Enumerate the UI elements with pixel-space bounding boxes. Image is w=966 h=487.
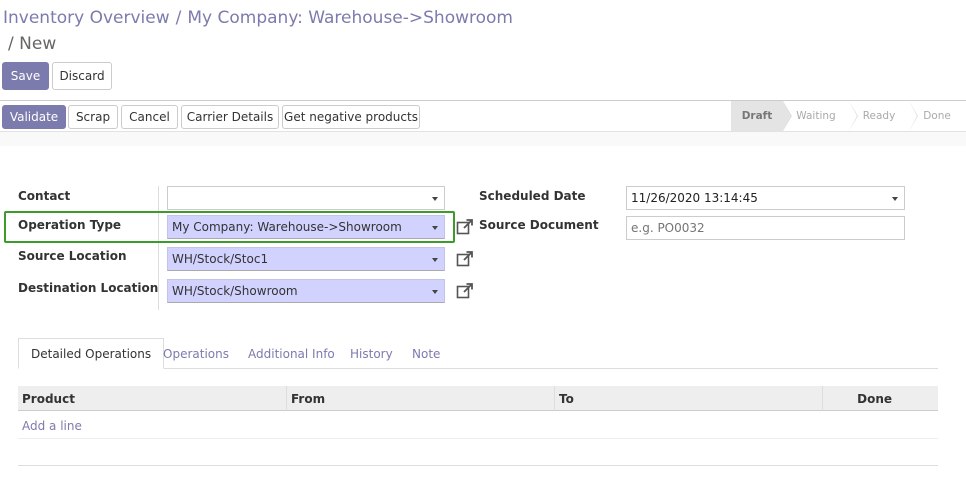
- breadcrumb-inventory-overview[interactable]: Inventory Overview: [3, 8, 170, 28]
- destination-location-select[interactable]: WH/Stock/Showroom: [167, 279, 445, 303]
- add-line-link[interactable]: Add a line: [22, 419, 82, 433]
- external-link-icon[interactable]: [456, 218, 474, 236]
- chevron-down-icon: [432, 197, 438, 201]
- chevron-down-icon: [432, 258, 438, 262]
- breadcrumb-current: / New: [8, 34, 56, 54]
- source-document-input[interactable]: [626, 216, 905, 240]
- cancel-button[interactable]: Cancel: [121, 105, 178, 129]
- tab-operations[interactable]: Operations: [163, 338, 229, 369]
- status-bar: Draft Waiting Ready Done: [731, 101, 965, 131]
- chevron-down-icon: [432, 290, 438, 294]
- column-from[interactable]: From: [286, 386, 554, 411]
- status-step-ready[interactable]: Ready: [849, 101, 918, 131]
- tab-note[interactable]: Note: [412, 338, 440, 369]
- destination-location-label: Destination Location: [18, 281, 159, 295]
- column-done[interactable]: Done: [822, 386, 908, 411]
- breadcrumb-separator: /: [8, 34, 20, 54]
- operation-type-select[interactable]: My Company: Warehouse->Showroom: [167, 215, 445, 239]
- chevron-down-icon: [892, 197, 898, 201]
- carrier-details-button[interactable]: Carrier Details: [181, 105, 279, 129]
- column-product[interactable]: Product: [18, 386, 286, 411]
- discard-button[interactable]: Discard: [52, 62, 112, 90]
- save-button[interactable]: Save: [2, 62, 49, 90]
- breadcrumb-separator: /: [175, 8, 182, 28]
- tab-additional-info[interactable]: Additional Info: [248, 338, 335, 369]
- breadcrumb: Inventory Overview / My Company: Warehouse…: [3, 8, 513, 28]
- scheduled-date-input[interactable]: 11/26/2020 13:14:45: [626, 186, 905, 210]
- contact-label: Contact: [18, 189, 71, 203]
- label-divider: [158, 186, 159, 310]
- breadcrumb-current-label: New: [19, 34, 57, 54]
- external-link-icon[interactable]: [456, 250, 474, 268]
- notebook-tabs: Detailed Operations Operations Additiona…: [18, 338, 938, 369]
- scheduled-date-label: Scheduled Date: [479, 189, 586, 203]
- column-to[interactable]: To: [554, 386, 822, 411]
- source-document-label: Source Document: [479, 218, 599, 232]
- chevron-down-icon: [432, 226, 438, 230]
- operation-type-label: Operation Type: [18, 218, 122, 232]
- scrap-button[interactable]: Scrap: [68, 105, 118, 129]
- table-row-divider: [18, 438, 938, 439]
- source-location-select[interactable]: WH/Stock/Stoc1: [167, 247, 445, 271]
- tab-detailed-operations[interactable]: Detailed Operations: [18, 338, 165, 369]
- get-negative-products-button[interactable]: Get negative products: [282, 105, 420, 129]
- source-location-label: Source Location: [18, 249, 127, 263]
- tab-history[interactable]: History: [350, 338, 393, 369]
- contact-select[interactable]: [167, 186, 445, 210]
- external-link-icon[interactable]: [456, 282, 474, 300]
- breadcrumb-operation-type[interactable]: My Company: Warehouse->Showroom: [187, 8, 513, 28]
- table-header: Product From To Done: [18, 386, 938, 411]
- table-footer-divider: [18, 465, 938, 466]
- status-step-draft[interactable]: Draft: [731, 101, 792, 131]
- validate-button[interactable]: Validate: [2, 105, 66, 129]
- status-step-waiting[interactable]: Waiting: [783, 101, 858, 131]
